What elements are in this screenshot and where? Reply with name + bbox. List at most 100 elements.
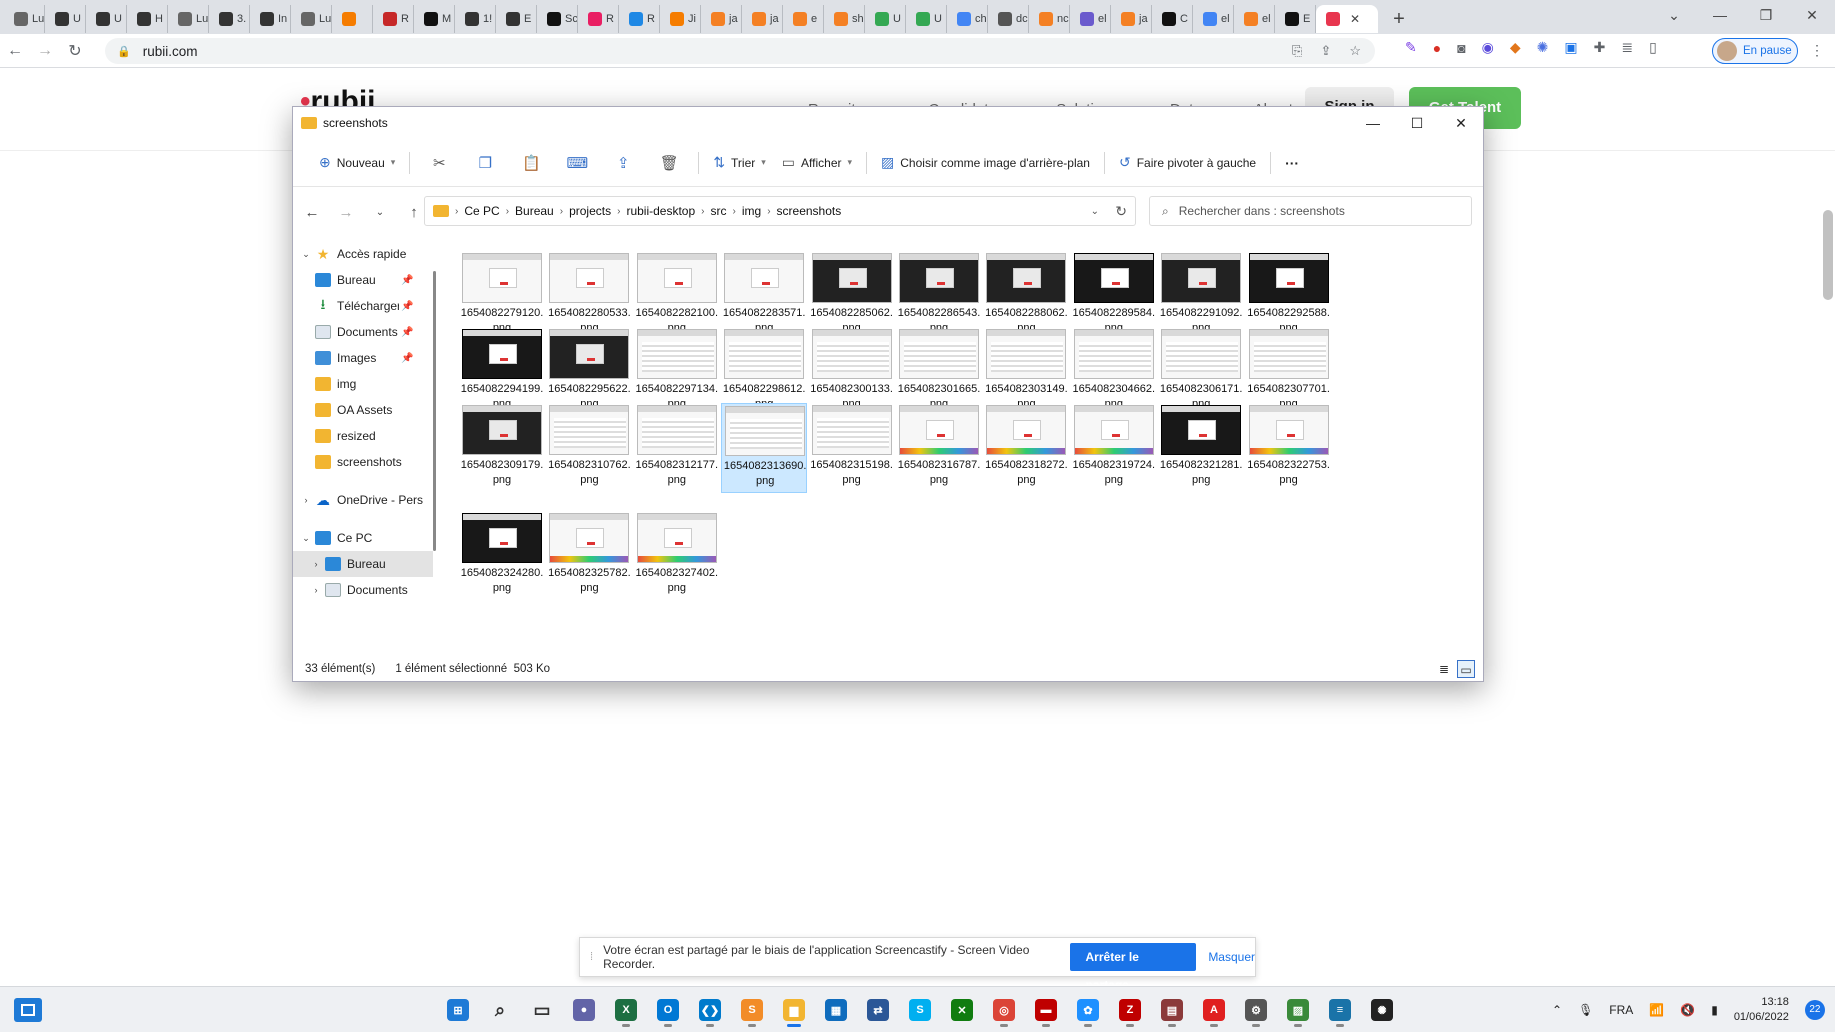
volume-muted-icon[interactable]: 🔇 [1680,1003,1695,1017]
circle-extension-icon[interactable]: ◉ [1482,39,1494,56]
nav-onedrive[interactable]: › ☁ OneDrive - Perso [293,487,433,513]
chrome-menu-icon[interactable]: ⋮ [1810,42,1824,59]
url-text[interactable]: rubii.com [143,44,198,59]
nav-this-pc[interactable]: ⌄ Ce PC [293,525,433,551]
details-view-icon[interactable]: ≣ [1435,660,1453,678]
openai-icon[interactable]: ✺ [1364,993,1400,1027]
browser-tab[interactable]: el [1193,5,1234,33]
nav-resized[interactable]: resized [293,423,433,449]
browser-tab[interactable] [332,5,373,33]
skype-icon[interactable]: S [902,993,938,1027]
chevron-right-icon[interactable]: › [506,206,509,217]
translate-icon[interactable]: ⎘ [1292,43,1302,59]
chevron-down-icon[interactable]: ⌄ [297,249,315,260]
chevron-right-icon[interactable]: › [560,206,563,217]
back-arrow-icon[interactable]: ← [295,204,329,221]
bookmark-star-icon[interactable]: ☆ [1349,43,1361,59]
set-background-button[interactable]: ▨ Choisir comme image d'arrière-plan [873,147,1098,179]
browser-tab[interactable]: Lu [4,5,45,33]
sort-button[interactable]: ⇅ Trier ▾ [705,147,773,179]
battery-icon[interactable]: ▮ [1711,1003,1718,1017]
chevron-right-icon[interactable]: › [455,206,458,217]
breadcrumb-item[interactable]: screenshots [777,204,842,218]
forward-arrow-icon[interactable]: → [329,204,363,221]
file-item[interactable]: 1654082325782.png [546,511,632,601]
notepad-icon[interactable]: ≡ [1322,993,1358,1027]
network-icon[interactable]: ⇄ [860,993,896,1027]
cut-icon[interactable]: ✂ [416,154,462,172]
sublime-icon[interactable]: S [734,993,770,1027]
large-icons-view-icon[interactable]: ▭ [1457,660,1475,678]
chevron-down-icon[interactable]: ⌄ [297,533,315,544]
breadcrumb-item[interactable]: rubii-desktop [626,204,695,218]
browser-tab[interactable]: U [906,5,947,33]
browser-tab[interactable]: el [1070,5,1111,33]
notification-badge[interactable]: 22 [1804,1000,1825,1020]
browser-tab[interactable]: In [250,5,291,33]
explorer-minimize-button[interactable]: — [1351,107,1395,139]
breadcrumb-item[interactable]: Ce PC [464,204,499,218]
xbox-icon[interactable]: ✕ [944,993,980,1027]
chevron-right-icon[interactable]: › [307,585,325,595]
browser-tab[interactable]: ja [742,5,783,33]
browser-tab[interactable]: R [578,5,619,33]
settings-sync-icon[interactable]: ✿ [1070,993,1106,1027]
file-item[interactable]: 1654082316787.png [896,403,982,493]
breadcrumb-item[interactable]: img [742,204,761,218]
close-tab-icon[interactable]: ✕ [1350,12,1360,26]
archive-icon[interactable]: ▤ [1154,993,1190,1027]
browser-tab[interactable]: ja [1111,5,1152,33]
file-item[interactable]: 1654082313690.png [721,403,808,493]
chevron-right-icon[interactable]: › [617,206,620,217]
puzzle-extensions-icon[interactable]: ✚ [1594,39,1606,56]
nav-quick-access[interactable]: ⌄ ★ Accès rapide [293,241,433,267]
chevron-right-icon[interactable]: › [767,206,770,217]
browser-tab[interactable]: el [1234,5,1275,33]
chevron-right-icon[interactable]: › [733,206,736,217]
rotate-left-button[interactable]: ↺ Faire pivoter à gauche [1111,147,1264,179]
browser-tab[interactable]: U [86,5,127,33]
chevron-right-icon[interactable]: › [307,559,325,569]
browser-tab[interactable]: M [414,5,455,33]
browser-tab[interactable]: R [619,5,660,33]
language-indicator[interactable]: FRA [1609,1003,1633,1017]
file-item[interactable]: 1654082310762.png [546,403,632,493]
tab-search-chevron-icon[interactable]: ⌄ [1651,7,1697,24]
filezilla-red-icon[interactable]: ▬ [1028,993,1064,1027]
nav-pc-bureau[interactable]: › Bureau [293,551,433,577]
excel-icon[interactable]: X [608,993,644,1027]
rename-icon[interactable]: ⌨ [554,154,600,172]
browser-tab[interactable]: e [783,5,824,33]
chevron-right-icon[interactable]: › [297,495,315,505]
gear-extension-icon[interactable]: ✺ [1537,39,1549,56]
browser-tab[interactable]: ja [701,5,742,33]
clock[interactable]: 13:18 01/06/2022 [1734,995,1789,1025]
nav-documents[interactable]: Documents 📌 [293,319,433,345]
media-control-icon[interactable]: ≣ [1621,39,1633,56]
file-item[interactable]: 1654082309179.png [459,403,545,493]
browser-tab[interactable]: R [373,5,414,33]
teams-chat-icon[interactable]: ● [566,993,602,1027]
file-item[interactable]: 1654082322753.png [1246,403,1332,493]
browser-tab[interactable]: Ji [660,5,701,33]
browser-tab[interactable]: Lu [168,5,209,33]
outlook-icon[interactable]: O [650,993,686,1027]
profile-button[interactable]: En pause [1712,38,1798,64]
browser-tab[interactable]: nc [1029,5,1070,33]
delete-icon[interactable]: 🗑 [646,154,692,172]
explorer-maximize-button[interactable]: ☐ [1395,107,1439,139]
share-icon[interactable]: ⇪ [1320,43,1331,59]
hide-button[interactable]: Masquer [1208,950,1255,964]
file-item[interactable]: 1654082315198.png [809,403,895,493]
lock-icon[interactable]: 🔒 [117,45,131,58]
vscode-icon[interactable]: ❮❯ [692,993,728,1027]
file-item[interactable]: 1654082318272.png [983,403,1069,493]
file-item[interactable]: 1654082312177.png [634,403,720,493]
camera-extension-icon[interactable]: ◙ [1457,40,1465,56]
browser-tab[interactable]: ch [947,5,988,33]
reload-button[interactable]: ↻ [60,41,90,61]
file-item[interactable]: 1654082324280.png [459,511,545,601]
nav-img[interactable]: img [293,371,433,397]
browser-tab[interactable]: 3. [209,5,250,33]
nav-oa-assets[interactable]: OA Assets [293,397,433,423]
